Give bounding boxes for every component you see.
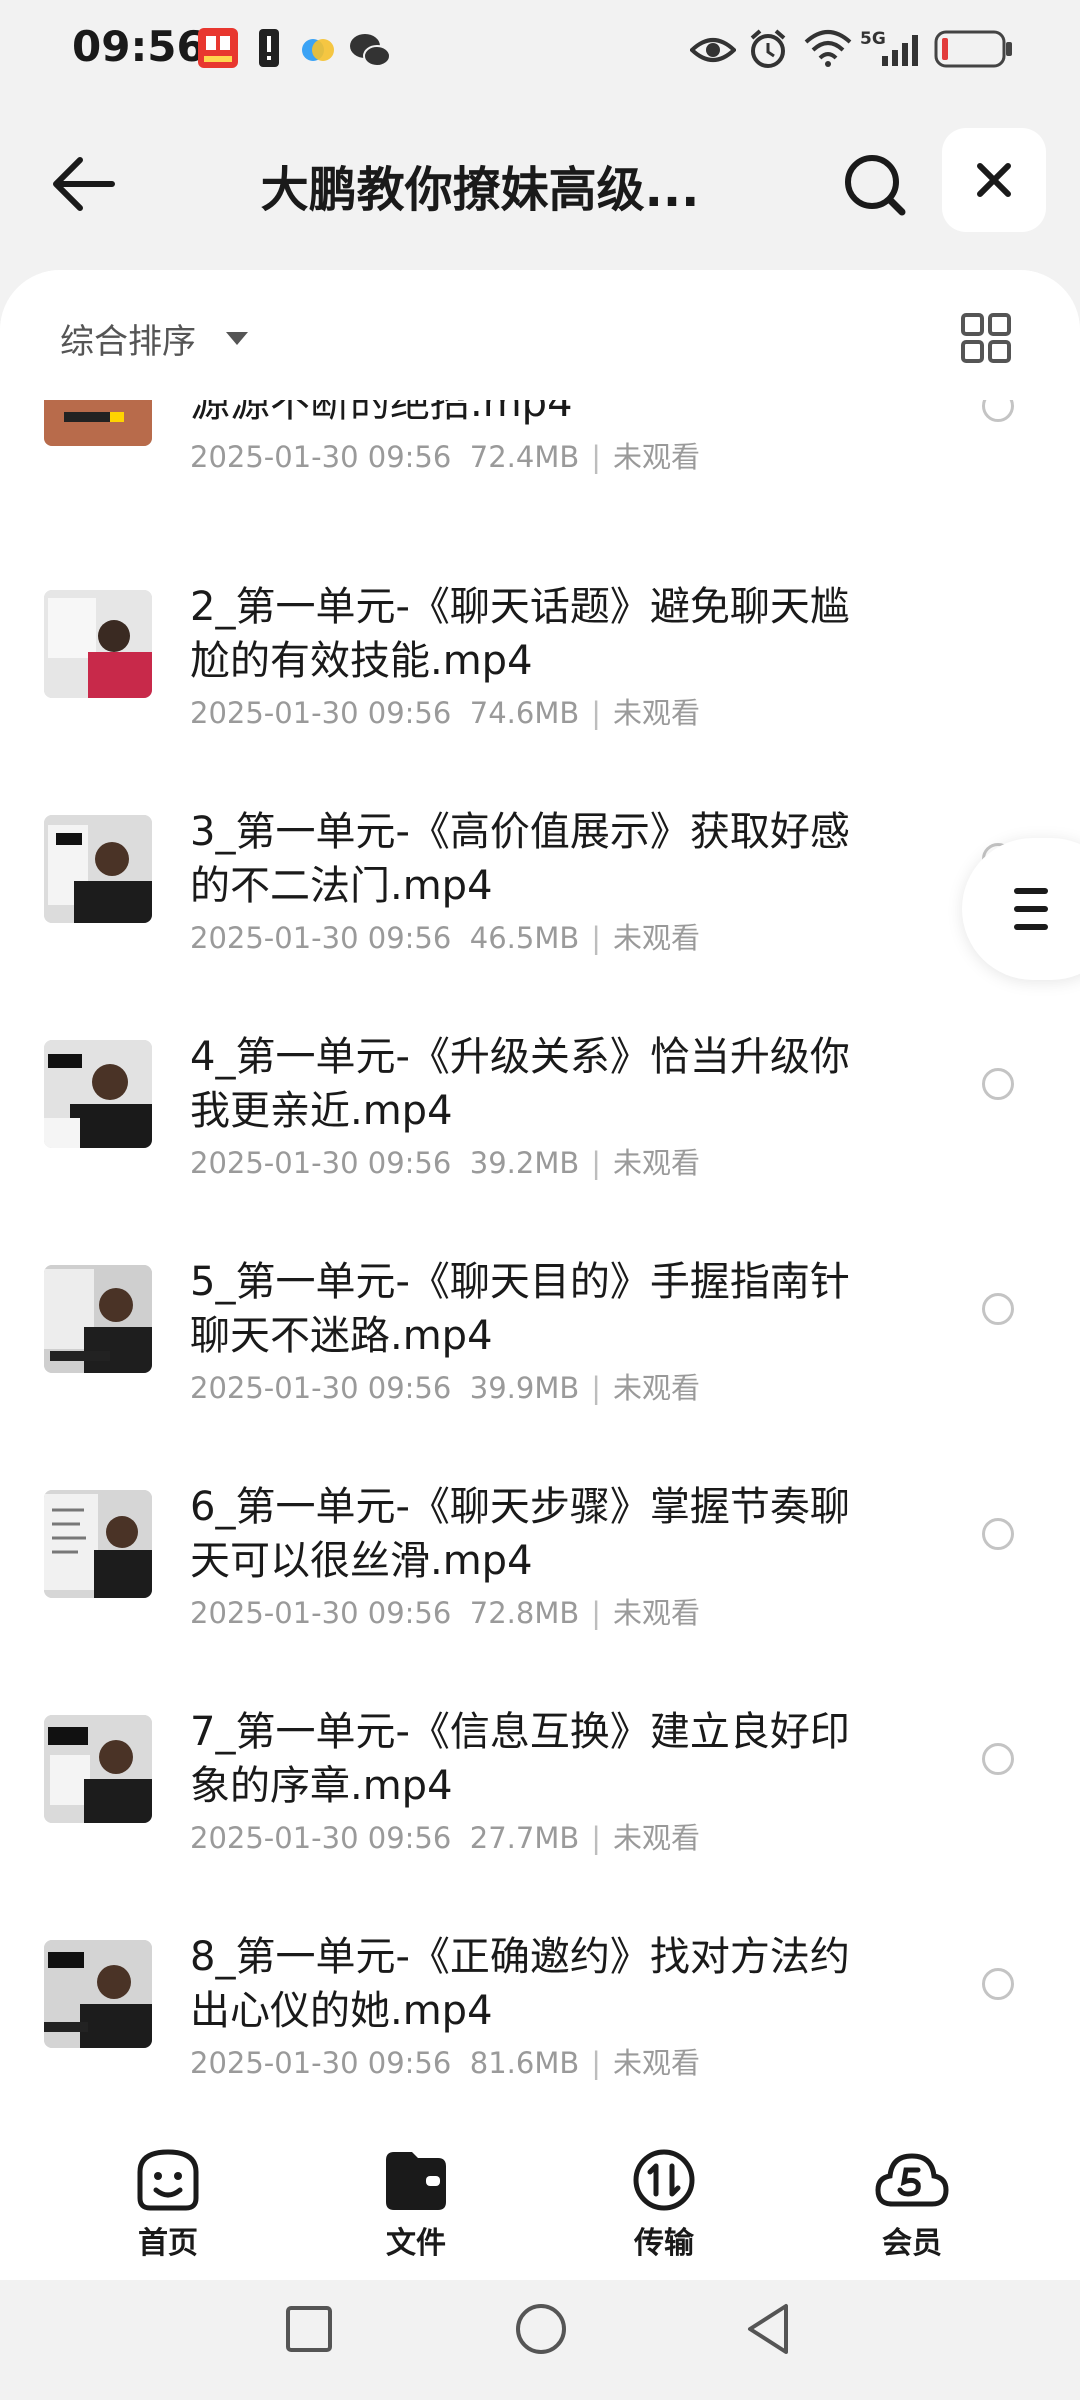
alarm-icon <box>748 28 788 74</box>
select-radio[interactable] <box>982 1068 1014 1100</box>
eye-icon <box>689 30 737 74</box>
video-thumbnail <box>44 1715 152 1823</box>
tab-home[interactable]: 首页 <box>88 2148 248 2268</box>
file-meta: 2025-01-30 09:56 46.5MB | 未观看 <box>190 921 701 955</box>
file-meta: 2025-01-30 09:56 39.9MB | 未观看 <box>190 1371 701 1405</box>
file-name: 6_第一单元-《聊天步骤》掌握节奏聊天可以很丝滑.mp4 <box>190 1484 850 1584</box>
select-radio[interactable] <box>982 1518 1014 1550</box>
file-meta: 2025-01-30 09:56 74.6MB | 未观看 <box>190 696 701 730</box>
file-row[interactable]: 8_第一单元-《正确邀约》找对方法约出心仪的她.mp4 2025-01-30 0… <box>0 1930 1080 2120</box>
5g-signal-icon: 5G <box>860 26 930 74</box>
back-button[interactable] <box>44 144 124 224</box>
grid-view-icon <box>961 313 1011 363</box>
select-radio[interactable] <box>982 1743 1014 1775</box>
file-meta: 2025-01-30 09:56 39.2MB | 未观看 <box>190 1146 701 1180</box>
warning-icon <box>258 28 280 72</box>
file-meta: 2025-01-30 09:56 72.4MB | 未观看 <box>190 440 701 474</box>
home-icon[interactable] <box>514 2302 568 2356</box>
recent-apps-icon[interactable] <box>284 2304 334 2354</box>
file-row[interactable]: 3_第一单元-《高价值展示》获取好感的不二法门.mp4 2025-01-30 0… <box>0 805 1080 1030</box>
video-thumbnail <box>44 815 152 923</box>
file-name: 4_第一单元-《升级关系》恰当升级你我更亲近.mp4 <box>190 1034 850 1134</box>
bottom-tab-bar: 首页 文件 传输 会员 <box>0 2120 1080 2280</box>
video-thumbnail <box>44 1940 152 2048</box>
file-name: 5_第一单元-《聊天目的》手握指南针聊天不迷路.mp4 <box>190 1259 850 1359</box>
video-thumbnail <box>44 1040 152 1148</box>
smile-face-icon <box>137 2149 199 2211</box>
vip-cloud-icon <box>875 2153 949 2207</box>
tab-vip[interactable]: 会员 <box>832 2148 992 2268</box>
transfer-icon <box>633 2149 695 2211</box>
video-thumbnail <box>44 590 152 698</box>
file-name: 2_第一单元-《聊天话题》避免聊天尴尬的有效技能.mp4 <box>190 584 850 684</box>
file-name: 8_第一单元-《正确邀约》找对方法约出心仪的她.mp4 <box>190 1934 850 2034</box>
back-triangle-icon[interactable] <box>744 2302 794 2356</box>
tab-label: 会员 <box>882 2226 942 2261</box>
grid-view-button[interactable] <box>960 312 1012 364</box>
tab-files[interactable]: 文件 <box>336 2148 496 2268</box>
file-meta: 2025-01-30 09:56 27.7MB | 未观看 <box>190 1821 701 1855</box>
search-button[interactable] <box>836 146 916 226</box>
video-thumbnail <box>44 1265 152 1373</box>
file-list-panel: 综合排序 源源不断的绝招.mp4 2025-01-30 09:56 72.4MB… <box>0 270 1080 2120</box>
search-icon <box>845 155 906 216</box>
sort-bar: 综合排序 <box>0 270 1080 400</box>
file-row[interactable]: 4_第一单元-《升级关系》恰当升级你我更亲近.mp4 2025-01-30 09… <box>0 1030 1080 1255</box>
select-radio[interactable] <box>982 1293 1014 1325</box>
close-button[interactable] <box>942 128 1046 232</box>
status-time: 09:56 <box>72 22 206 71</box>
close-icon <box>977 163 1011 197</box>
select-radio[interactable] <box>982 1968 1014 2000</box>
arrow-left-icon <box>53 157 115 211</box>
header: 大鹏教你撩妹高级... <box>0 110 1080 260</box>
app-icon <box>300 32 336 72</box>
wifi-icon <box>804 28 852 72</box>
sort-dropdown[interactable]: 综合排序 <box>60 314 196 363</box>
system-nav-bar <box>0 2280 1080 2400</box>
tab-label: 文件 <box>386 2226 446 2261</box>
tab-transfer[interactable]: 传输 <box>584 2148 744 2268</box>
file-meta: 2025-01-30 09:56 72.8MB | 未观看 <box>190 1596 701 1630</box>
app-notification-icon <box>196 26 240 74</box>
status-bar: 09:56 5G <box>0 0 1080 100</box>
file-meta: 2025-01-30 09:56 81.6MB | 未观看 <box>190 2046 701 2080</box>
folder-icon <box>386 2152 446 2210</box>
file-row[interactable]: 5_第一单元-《聊天目的》手握指南针聊天不迷路.mp4 2025-01-30 0… <box>0 1255 1080 1480</box>
svg-text:5G: 5G <box>860 29 886 49</box>
file-row[interactable]: 2_第一单元-《聊天话题》避免聊天尴尬的有效技能.mp4 2025-01-30 … <box>0 580 1080 805</box>
tab-label: 传输 <box>634 2226 694 2261</box>
wechat-icon <box>348 30 392 74</box>
page-title: 大鹏教你撩妹高级... <box>260 162 700 218</box>
file-name: 7_第一单元-《信息互换》建立良好印象的序章.mp4 <box>190 1709 850 1809</box>
file-name: 3_第一单元-《高价值展示》获取好感的不二法门.mp4 <box>190 809 850 909</box>
video-thumbnail <box>44 1490 152 1598</box>
tab-label: 首页 <box>138 2226 198 2261</box>
caret-down-icon[interactable] <box>226 332 248 345</box>
menu-lines-icon <box>1014 888 1048 930</box>
battery-icon <box>934 30 1014 72</box>
file-row[interactable]: 7_第一单元-《信息互换》建立良好印象的序章.mp4 2025-01-30 09… <box>0 1705 1080 1930</box>
file-row[interactable]: 6_第一单元-《聊天步骤》掌握节奏聊天可以很丝滑.mp4 2025-01-30 … <box>0 1480 1080 1705</box>
